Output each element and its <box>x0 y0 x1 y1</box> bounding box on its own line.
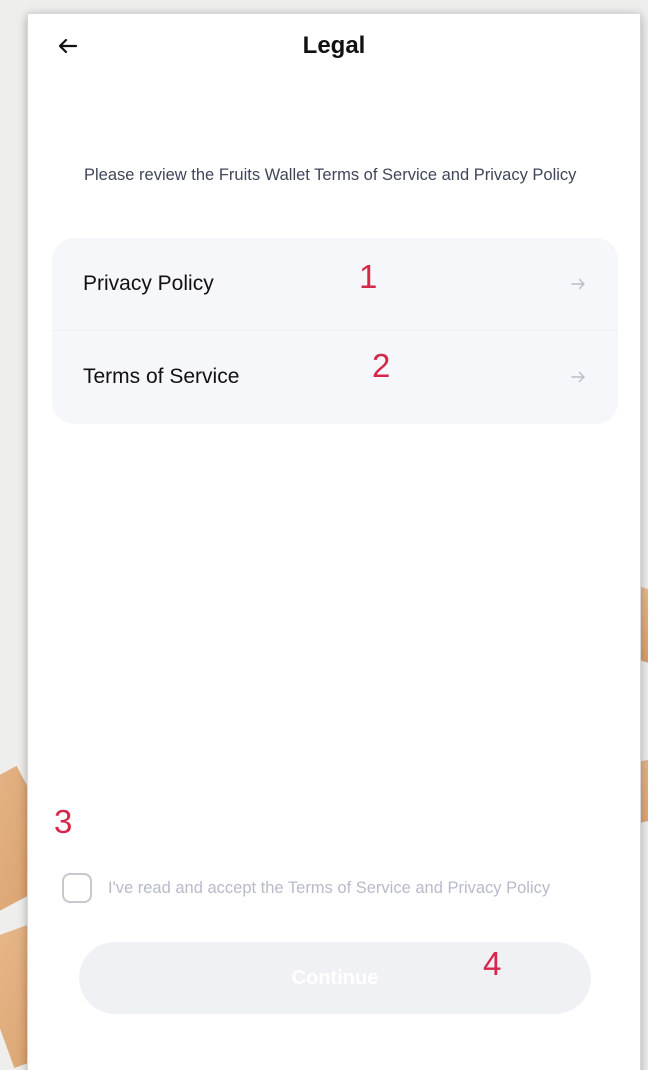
accept-terms-label[interactable]: I've read and accept the Terms of Servic… <box>108 879 550 898</box>
terms-of-service-label: Terms of Service <box>83 365 240 388</box>
accept-terms-row[interactable]: I've read and accept the Terms of Servic… <box>62 870 622 906</box>
terms-of-service-row[interactable]: Terms of Service <box>52 330 618 423</box>
legal-links-card: Privacy Policy Terms of Service <box>52 238 618 424</box>
accept-terms-checkbox[interactable] <box>62 873 92 903</box>
arrow-right-icon <box>568 367 588 387</box>
annotation-marker: 3 <box>54 803 73 840</box>
intro-text: Please review the Fruits Wallet Terms of… <box>84 166 577 184</box>
privacy-policy-row[interactable]: Privacy Policy <box>52 238 618 330</box>
continue-button[interactable]: Continue <box>79 942 591 1014</box>
page-title: Legal <box>302 32 366 59</box>
phone-screen: Legal Please review the Fruits Wallet Te… <box>28 14 640 1070</box>
top-bar: Legal <box>28 14 640 82</box>
annotation-marker: 4 <box>483 945 502 982</box>
annotation-marker: 1 <box>359 258 378 295</box>
arrow-right-icon <box>568 274 588 294</box>
annotation-marker: 2 <box>372 347 391 384</box>
privacy-policy-label: Privacy Policy <box>83 272 214 295</box>
